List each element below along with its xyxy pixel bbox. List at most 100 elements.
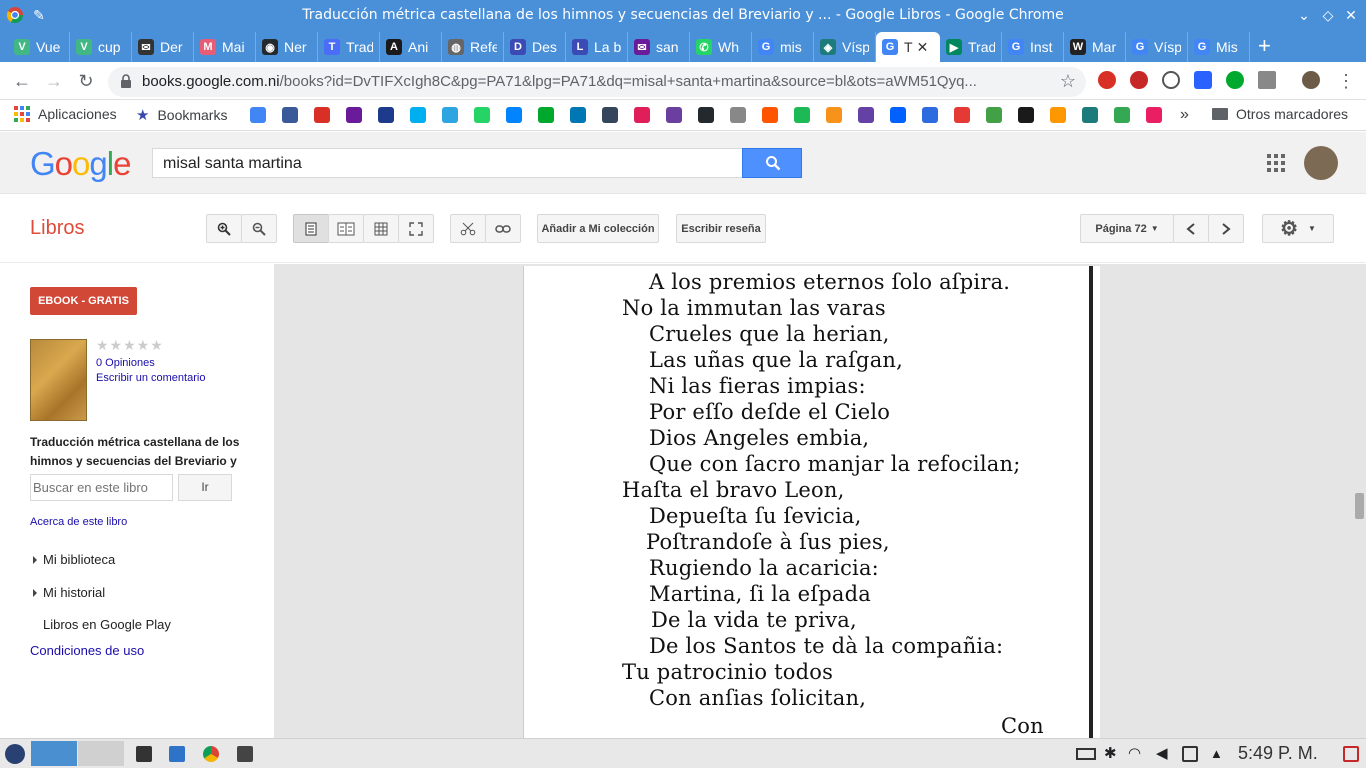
bookmark-favicon-icon[interactable]: [282, 107, 298, 123]
browser-tab[interactable]: ✆ Wh: [690, 32, 752, 62]
browser-tab[interactable]: T Trad: [318, 32, 380, 62]
bookmark-star-icon[interactable]: ☆: [1060, 71, 1076, 92]
bookmark-favicon-icon[interactable]: [250, 107, 266, 123]
extension-icon-1[interactable]: [1098, 71, 1116, 89]
previous-page-button[interactable]: [1173, 214, 1209, 243]
browser-tab[interactable]: A Ani: [380, 32, 442, 62]
thumbnail-view-button[interactable]: [363, 214, 399, 243]
browser-tab[interactable]: G T ✕: [876, 32, 940, 62]
bookmark-favicon-icon[interactable]: [794, 107, 810, 123]
bookmark-favicon-icon[interactable]: [698, 107, 714, 123]
tray-expand-icon[interactable]: ▲: [1210, 746, 1226, 762]
extension-icon-3[interactable]: [1162, 71, 1180, 89]
terminal-taskbar-icon[interactable]: [237, 746, 253, 762]
single-page-view-button[interactable]: [293, 214, 329, 243]
bookmark-favicon-icon[interactable]: [922, 107, 938, 123]
chrome-taskbar-icon[interactable]: [203, 746, 219, 762]
page-selector[interactable]: Página 72 ▼: [1080, 214, 1174, 243]
bookmark-favicon-icon[interactable]: [1018, 107, 1034, 123]
my-history-link[interactable]: Mi historial: [43, 585, 105, 600]
bookmark-favicon-icon[interactable]: [1114, 107, 1130, 123]
google-search-input[interactable]: misal santa martina: [152, 148, 744, 178]
bookmark-favicon-icon[interactable]: [346, 107, 362, 123]
new-tab-icon[interactable]: +: [1258, 32, 1271, 62]
bookmark-favicon-icon[interactable]: [858, 107, 874, 123]
opinions-link[interactable]: 0 Opiniones: [96, 357, 155, 369]
bookmark-favicon-icon[interactable]: [1050, 107, 1066, 123]
url-field[interactable]: books.google.com.ni/books?id=DvTIFXcIgh8…: [108, 67, 1086, 97]
workspace-1[interactable]: [31, 741, 77, 766]
extension-icon-4[interactable]: [1194, 71, 1212, 89]
terminal-app-icon[interactable]: [136, 746, 152, 762]
terms-link[interactable]: Condiciones de uso: [30, 643, 144, 658]
bookmark-favicon-icon[interactable]: [890, 107, 906, 123]
expand-triangle-icon[interactable]: [33, 556, 37, 564]
write-comment-link[interactable]: Escribir un comentario: [96, 372, 205, 384]
zoom-out-button[interactable]: [241, 214, 277, 243]
workspace-2[interactable]: [78, 741, 124, 766]
bookmark-favicon-icon[interactable]: [410, 107, 426, 123]
bookmarks-overflow-icon[interactable]: »: [1180, 106, 1189, 124]
bookmark-favicon-icon[interactable]: [474, 107, 490, 123]
bookmark-favicon-icon[interactable]: [314, 107, 330, 123]
bookmark-favicon-icon[interactable]: [826, 107, 842, 123]
link-button[interactable]: [485, 214, 521, 243]
trash-icon[interactable]: [1343, 746, 1359, 762]
wifi-icon[interactable]: ◠: [1128, 746, 1144, 762]
bookmark-favicon-icon[interactable]: [666, 107, 682, 123]
battery-icon[interactable]: [1076, 748, 1096, 760]
next-page-button[interactable]: [1208, 214, 1244, 243]
google-apps-icon[interactable]: [1267, 154, 1285, 172]
browser-tab[interactable]: D Des: [504, 32, 566, 62]
bookmark-favicon-icon[interactable]: [570, 107, 586, 123]
close-window-icon[interactable]: ✕: [1342, 6, 1360, 24]
adblock-icon[interactable]: [1130, 71, 1148, 89]
extension-icon-6[interactable]: [1258, 71, 1276, 89]
settings-button[interactable]: ⚙ ▼: [1262, 214, 1334, 243]
clipboard-icon[interactable]: [1182, 746, 1198, 762]
browser-tab[interactable]: V Vue: [8, 32, 70, 62]
fullscreen-button[interactable]: [398, 214, 434, 243]
volume-icon[interactable]: ◀: [1156, 746, 1172, 762]
bookmark-favicon-icon[interactable]: [602, 107, 618, 123]
google-search-button[interactable]: [742, 148, 802, 178]
bookmark-apps[interactable]: Aplicaciones: [14, 106, 117, 122]
back-icon[interactable]: ←: [12, 71, 32, 91]
browser-tab[interactable]: G Vísp: [1126, 32, 1188, 62]
my-library-link[interactable]: Mi biblioteca: [43, 552, 115, 567]
bookmark-favicon-icon[interactable]: [634, 107, 650, 123]
bookmark-favicon-icon[interactable]: [730, 107, 746, 123]
browser-tab[interactable]: L La b: [566, 32, 628, 62]
files-app-icon[interactable]: [169, 746, 185, 762]
browser-tab[interactable]: G Mis: [1188, 32, 1250, 62]
browser-tab[interactable]: W Mar: [1064, 32, 1126, 62]
menu-icon[interactable]: ⋮: [1336, 71, 1356, 91]
bookmark-favicon-icon[interactable]: [1082, 107, 1098, 123]
browser-tab[interactable]: ◍ Refe: [442, 32, 504, 62]
reload-icon[interactable]: ↻: [76, 71, 96, 91]
profile-avatar[interactable]: [1302, 71, 1320, 89]
browser-tab[interactable]: ✉ Der: [132, 32, 194, 62]
bookmark-favicon-icon[interactable]: [506, 107, 522, 123]
add-to-collection-button[interactable]: Añadir a Mi colección: [537, 214, 659, 243]
taskbar-clock[interactable]: 5:49 P. M.: [1238, 743, 1318, 764]
google-play-books-link[interactable]: Libros en Google Play: [43, 617, 171, 632]
bookmark-favicon-icon[interactable]: [762, 107, 778, 123]
bookmark-favicon-icon[interactable]: [442, 107, 458, 123]
ebook-free-button[interactable]: EBOOK - GRATIS: [30, 287, 137, 315]
browser-tab[interactable]: ▶ Trad: [940, 32, 1002, 62]
bookmark-favicon-icon[interactable]: [378, 107, 394, 123]
browser-tab[interactable]: ◉ Ner: [256, 32, 318, 62]
account-avatar[interactable]: [1304, 146, 1338, 180]
zoom-in-button[interactable]: [206, 214, 242, 243]
clip-button[interactable]: [450, 214, 486, 243]
browser-tab[interactable]: Vcup: [70, 32, 132, 62]
search-in-book-go-button[interactable]: Ir: [178, 474, 232, 501]
bookmark-favicon-icon[interactable]: [538, 107, 554, 123]
browser-tab[interactable]: ◈ Vísp: [814, 32, 876, 62]
write-review-button[interactable]: Escribir reseña: [676, 214, 766, 243]
maximize-icon[interactable]: ◇: [1319, 6, 1337, 24]
evernote-icon[interactable]: [1226, 71, 1244, 89]
browser-tab[interactable]: Gmis: [752, 32, 814, 62]
close-tab-icon[interactable]: ✕: [917, 39, 929, 56]
